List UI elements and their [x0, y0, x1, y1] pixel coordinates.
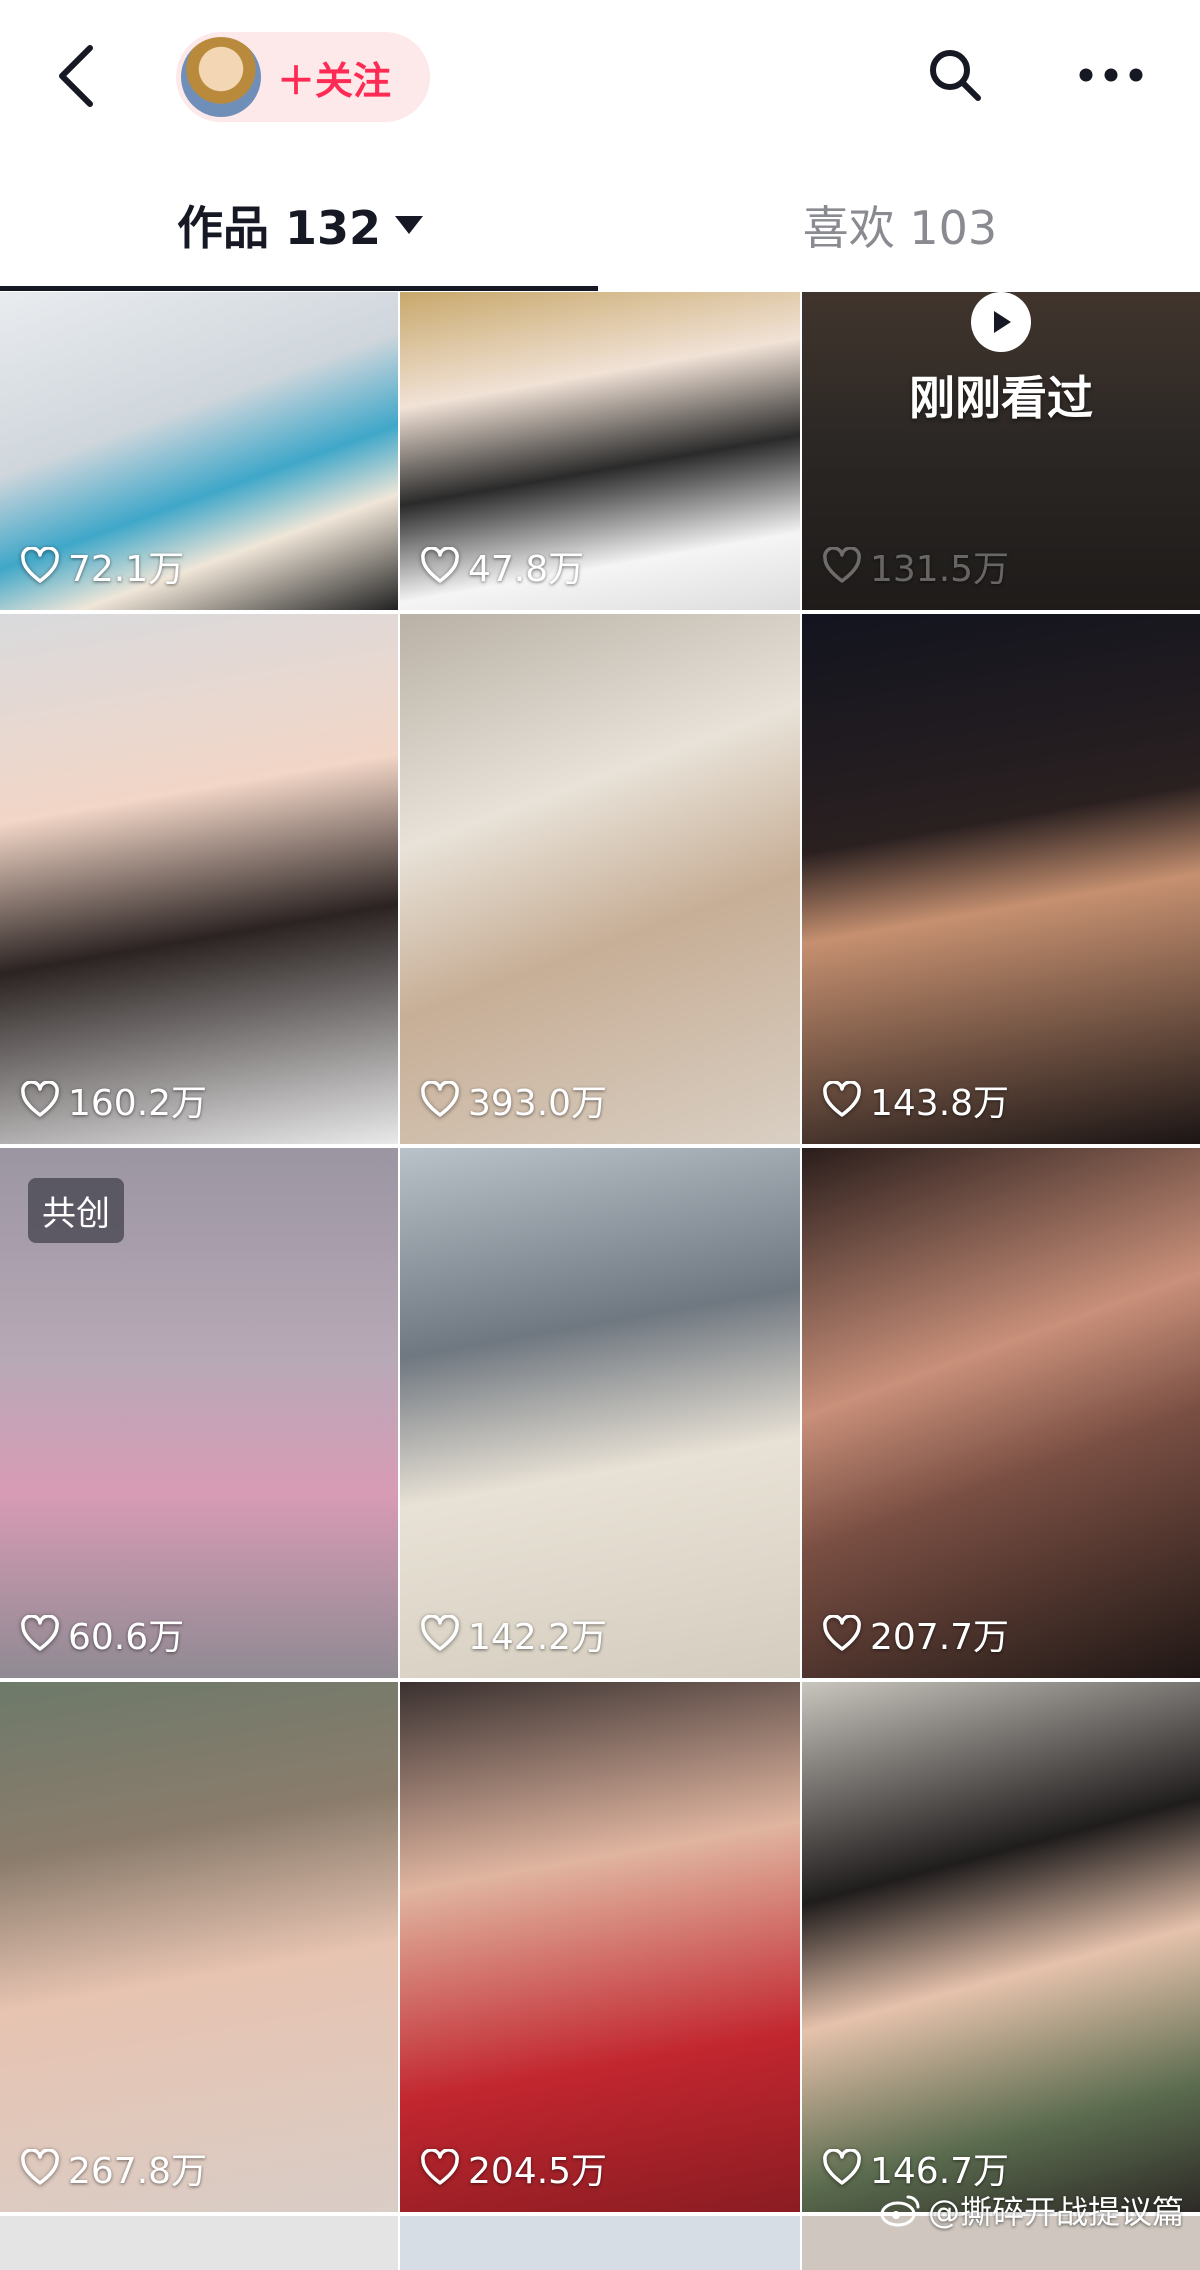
like-count-value: 204.5万	[468, 2151, 608, 2192]
search-button[interactable]	[920, 40, 990, 110]
heart-icon	[21, 1615, 59, 1651]
heart-icon	[21, 547, 59, 583]
like-count: 207.7万	[822, 1608, 1009, 1660]
video-thumbnail[interactable]: 143.8万	[802, 614, 1200, 1144]
video-thumbnail[interactable]: 267.8万	[0, 1682, 398, 2212]
video-thumbnail[interactable]: 207.7万	[802, 1148, 1200, 1678]
caret-down-icon[interactable]	[395, 216, 424, 234]
back-button[interactable]	[44, 36, 108, 116]
like-count: 47.8万	[420, 540, 584, 592]
top-bar: ＋关注	[0, 0, 1200, 150]
profile-tabs: 作品 132 喜欢 103	[0, 170, 1200, 291]
video-thumbnail[interactable]: 142.2万	[400, 1148, 800, 1678]
like-count-value: 60.6万	[68, 1617, 185, 1658]
like-count: 131.5万	[822, 540, 1009, 592]
like-count: 72.1万	[20, 540, 184, 592]
heart-icon	[421, 2149, 459, 2185]
heart-icon	[21, 2149, 59, 2185]
heart-icon	[823, 547, 861, 583]
video-thumbnail[interactable]: 393.0万	[400, 614, 800, 1144]
heart-icon	[421, 1081, 459, 1117]
tab-indicator	[0, 286, 598, 291]
like-count: 142.2万	[420, 1608, 607, 1660]
like-count-value: 393.0万	[468, 1083, 608, 1124]
more-icon	[1079, 68, 1143, 82]
recently-viewed-label: 刚刚看过	[909, 371, 1093, 425]
video-thumbnail[interactable]: 160.2万	[0, 614, 398, 1144]
avatar[interactable]	[181, 37, 261, 117]
video-thumbnail[interactable]: 204.5万	[400, 1682, 800, 2212]
like-count: 160.2万	[20, 1074, 207, 1126]
like-count: 60.6万	[20, 1608, 184, 1660]
heart-icon	[21, 1081, 59, 1117]
co-creation-badge: 共创	[28, 1178, 124, 1243]
more-button[interactable]	[1066, 40, 1156, 110]
like-count-value: 207.7万	[870, 1617, 1010, 1658]
heart-icon	[421, 547, 459, 583]
video-thumbnail[interactable]: 72.1万	[0, 292, 398, 610]
heart-icon	[823, 1615, 861, 1651]
watermark-text: @撕碎开战提议篇	[928, 2193, 1185, 2231]
video-thumbnail[interactable]: 47.8万	[400, 292, 800, 610]
like-count-value: 47.8万	[468, 549, 585, 590]
like-count: 267.8万	[20, 2142, 207, 2194]
like-count-value: 131.5万	[870, 549, 1010, 590]
follow-button[interactable]: ＋关注	[176, 32, 430, 122]
like-count: 204.5万	[420, 2142, 607, 2194]
like-count-value: 160.2万	[68, 1083, 208, 1124]
back-arrow-icon	[59, 45, 93, 107]
video-thumbnail[interactable]: 刚刚看过 131.5万	[802, 292, 1200, 610]
video-thumbnail[interactable]	[0, 2216, 398, 2270]
heart-icon	[823, 2149, 861, 2185]
heart-icon	[823, 1081, 861, 1117]
like-count: 143.8万	[822, 1074, 1009, 1126]
video-thumbnail[interactable]: 共创 60.6万	[0, 1148, 398, 1678]
like-count-value: 267.8万	[68, 2151, 208, 2192]
weibo-logo-icon	[880, 2195, 920, 2227]
like-count-value: 142.2万	[468, 1617, 608, 1658]
tab-likes[interactable]: 喜欢 103	[600, 170, 1200, 280]
like-count-value: 72.1万	[68, 549, 185, 590]
heart-icon	[421, 1615, 459, 1651]
tab-likes-label: 喜欢 103	[802, 201, 998, 255]
play-icon	[971, 292, 1031, 352]
video-thumbnail[interactable]	[400, 2216, 800, 2270]
tab-works-label: 作品 132	[176, 201, 382, 255]
tab-works[interactable]: 作品 132	[0, 170, 600, 280]
like-count-value: 143.8万	[870, 1083, 1010, 1124]
video-thumbnail[interactable]: 146.7万	[802, 1682, 1200, 2212]
search-icon	[930, 50, 981, 101]
like-count: 393.0万	[420, 1074, 607, 1126]
follow-label: ＋关注	[277, 58, 392, 103]
watermark: @撕碎开战提议篇	[880, 2180, 1190, 2240]
